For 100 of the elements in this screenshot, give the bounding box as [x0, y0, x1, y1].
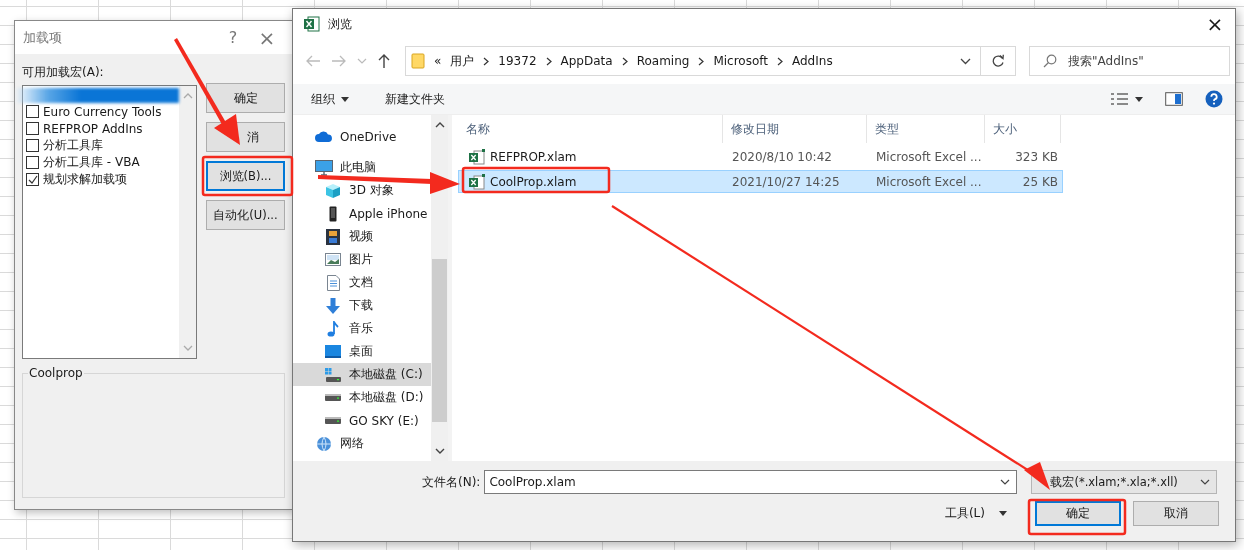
file-row[interactable]: REFPROP.xlam 2020/8/10 10:42 Microsoft Excel ... 323 KB: [458, 145, 1063, 168]
file-name: REFPROP.xlam: [490, 149, 577, 164]
cancel-button[interactable]: 取消: [1133, 501, 1219, 526]
caret-icon: [999, 511, 1007, 516]
nav-item[interactable]: OneDrive: [293, 125, 431, 148]
column-header[interactable]: 名称: [458, 115, 723, 143]
tools-menu[interactable]: 工具(L): [938, 504, 1013, 523]
addin-name: 规划求解加载项: [43, 171, 127, 188]
addin-item[interactable]: Euro Currency Tools: [23, 103, 179, 120]
checkbox[interactable]: [26, 122, 39, 135]
list-label: 可用加载宏(A):: [22, 64, 105, 81]
file-row[interactable]: CoolProp.xlam 2021/10/27 14:25 Microsoft Excel ... 25 KB: [458, 170, 1063, 193]
chevron-icon: [698, 56, 705, 66]
caret-icon: [341, 96, 349, 102]
type-cell-text: Microsoft Excel ...: [875, 148, 983, 166]
chevron-icon: [483, 56, 490, 66]
chevron-icon: [777, 56, 783, 66]
file-name-label: 文件名(N):: [422, 473, 481, 491]
nav-item[interactable]: 文档: [293, 271, 431, 294]
breadcrumb[interactable]: AppData: [560, 54, 613, 68]
dialog-button[interactable]: 自动化(U)...: [206, 200, 285, 230]
addin-item[interactable]: REFPROP AddIns: [23, 120, 179, 137]
size-cell-text: 323 KB: [1014, 148, 1059, 166]
excel-icon: [304, 16, 320, 32]
column-header[interactable]: 类型: [867, 115, 985, 143]
document-icon: [326, 274, 340, 291]
view-icon[interactable]: [1111, 93, 1129, 105]
nav-item[interactable]: 3D 对象: [293, 179, 431, 202]
addin-item[interactable]: 分析工具库 - VBA: [23, 154, 179, 171]
up-icon[interactable]: [377, 53, 391, 69]
nav-item[interactable]: 音乐: [293, 317, 431, 340]
drive-icon: [325, 394, 341, 401]
nav-item[interactable]: 下载: [293, 294, 431, 317]
search-field[interactable]: 搜索"AddIns": [1029, 46, 1230, 76]
close-button[interactable]: ×: [250, 25, 284, 50]
monitor-icon: [315, 159, 333, 176]
dialog-button[interactable]: 确定: [206, 83, 285, 113]
checkbox[interactable]: [26, 156, 39, 169]
caret-icon[interactable]: [1135, 96, 1143, 102]
breadcrumb[interactable]: Roaming: [636, 54, 690, 68]
scroll-down-icon[interactable]: [434, 448, 445, 455]
breadcrumb[interactable]: 用户: [450, 52, 475, 70]
folder-icon: [411, 53, 425, 69]
blurred-list-item[interactable]: [15, 88, 179, 103]
address-bar[interactable]: « 用户 19372 AppData Roaming Microsoft AddIns: [405, 46, 1016, 76]
window-title: 加载项: [23, 28, 62, 47]
chevron-icon: [545, 56, 552, 66]
checkbox[interactable]: [26, 139, 39, 152]
excel-file-icon: [469, 148, 485, 165]
date-cell-text: 2021/10/27 14:25: [731, 173, 841, 191]
nav-item[interactable]: 视频: [293, 225, 431, 248]
addin-item[interactable]: 分析工具库: [23, 137, 179, 154]
download-arrow-icon: [325, 297, 341, 314]
breadcrumb[interactable]: AddIns: [792, 54, 833, 68]
scrollbar[interactable]: [431, 115, 448, 461]
column-header[interactable]: 大小: [985, 115, 1061, 143]
refresh-icon: [991, 54, 1005, 68]
globe-icon: [316, 435, 332, 452]
preview-pane-icon[interactable]: [1165, 92, 1183, 106]
type-cell-text: Microsoft Excel ...: [875, 173, 983, 191]
group-title: Coolprop: [28, 366, 84, 380]
nav-item[interactable]: 网络: [293, 432, 431, 455]
film-icon: [326, 228, 340, 245]
nav-item[interactable]: GO SKY (E:): [293, 409, 431, 432]
addin-name: 分析工具库 - VBA: [43, 154, 140, 171]
ok-button[interactable]: 确定: [1035, 501, 1121, 526]
phone-icon: [329, 205, 337, 222]
nav-item[interactable]: Apple iPhone: [293, 202, 431, 225]
column-header[interactable]: 修改日期: [723, 115, 867, 143]
close-button[interactable]: ×: [1195, 9, 1235, 39]
breadcrumb-overflow[interactable]: «: [434, 54, 442, 68]
checkbox[interactable]: [26, 105, 39, 118]
file-name-field[interactable]: CoolProp.xlam: [484, 470, 1018, 494]
chevron-icon: [621, 56, 628, 66]
search-icon: [1043, 54, 1057, 68]
nav-item[interactable]: 图片: [293, 248, 431, 271]
drive-icon: [325, 417, 341, 424]
nav-item[interactable]: 桌面: [293, 340, 431, 363]
scroll-up-icon[interactable]: [434, 121, 445, 128]
chevron-down-icon[interactable]: [960, 57, 971, 65]
music-note-icon: [327, 320, 339, 337]
nav-item[interactable]: 此电脑: [293, 156, 431, 179]
organize-menu[interactable]: 组织: [303, 87, 357, 111]
new-folder-button[interactable]: 新建文件夹: [377, 87, 453, 111]
help-icon[interactable]: [1205, 90, 1223, 108]
nav-item[interactable]: 本地磁盘 (C:): [293, 363, 431, 386]
checkbox[interactable]: [26, 173, 39, 186]
help-button[interactable]: ?: [216, 28, 250, 47]
breadcrumb[interactable]: 19372: [498, 54, 537, 68]
chevron-down-icon: [1200, 478, 1211, 486]
cube-icon: [325, 182, 341, 199]
window-title: 浏览: [328, 15, 352, 33]
file-type-dropdown[interactable]: 载宏(*.xlam;*.xla;*.xll): [1031, 470, 1218, 494]
dialog-button[interactable]: 浏览(B)...: [206, 161, 285, 191]
addin-name: 分析工具库: [43, 137, 103, 154]
desktop-icon: [325, 345, 341, 358]
breadcrumb[interactable]: Microsoft: [713, 54, 768, 68]
file-name: CoolProp.xlam: [490, 174, 577, 189]
addin-item[interactable]: 规划求解加载项: [23, 171, 179, 188]
nav-item[interactable]: 本地磁盘 (D:): [293, 386, 431, 409]
